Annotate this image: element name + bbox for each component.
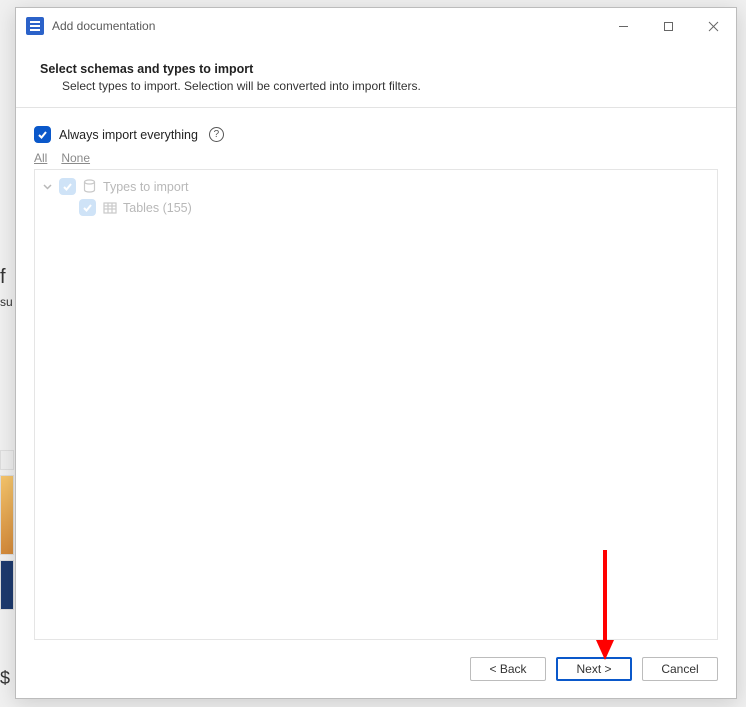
wizard-header: Select schemas and types to import Selec… (16, 44, 736, 108)
minimize-button[interactable] (601, 8, 646, 44)
select-none-link[interactable]: None (61, 151, 90, 165)
database-icon (82, 179, 97, 194)
app-icon (26, 17, 44, 35)
tree-root-label: Types to import (103, 180, 188, 194)
child-checkbox (79, 199, 96, 216)
root-checkbox (59, 178, 76, 195)
page-subtitle: Select types to import. Selection will b… (40, 79, 712, 93)
always-import-checkbox[interactable] (34, 126, 51, 143)
always-import-label: Always import everything (59, 128, 198, 142)
window-controls (601, 8, 736, 44)
tree-child-row[interactable]: Tables (155) (35, 197, 717, 218)
select-links: All None (34, 151, 718, 165)
types-tree: Types to import Tables (155) (34, 169, 718, 640)
chevron-down-icon[interactable] (41, 182, 53, 191)
select-all-link[interactable]: All (34, 151, 47, 165)
tree-root-row[interactable]: Types to import (35, 176, 717, 197)
content-area: Always import everything ? All None Type… (16, 108, 736, 650)
next-button[interactable]: Next > (556, 657, 632, 681)
table-icon (102, 200, 117, 215)
maximize-button[interactable] (646, 8, 691, 44)
close-button[interactable] (691, 8, 736, 44)
help-icon[interactable]: ? (209, 127, 224, 142)
always-import-row: Always import everything ? (34, 126, 718, 143)
add-documentation-dialog: Add documentation Select schemas and typ… (15, 7, 737, 699)
cancel-button[interactable]: Cancel (642, 657, 718, 681)
wizard-buttons: < Back Next > Cancel (16, 650, 736, 698)
back-button[interactable]: < Back (470, 657, 546, 681)
tree-child-label: Tables (155) (123, 201, 192, 215)
page-title: Select schemas and types to import (40, 62, 712, 76)
window-title: Add documentation (52, 19, 155, 33)
titlebar: Add documentation (16, 8, 736, 44)
